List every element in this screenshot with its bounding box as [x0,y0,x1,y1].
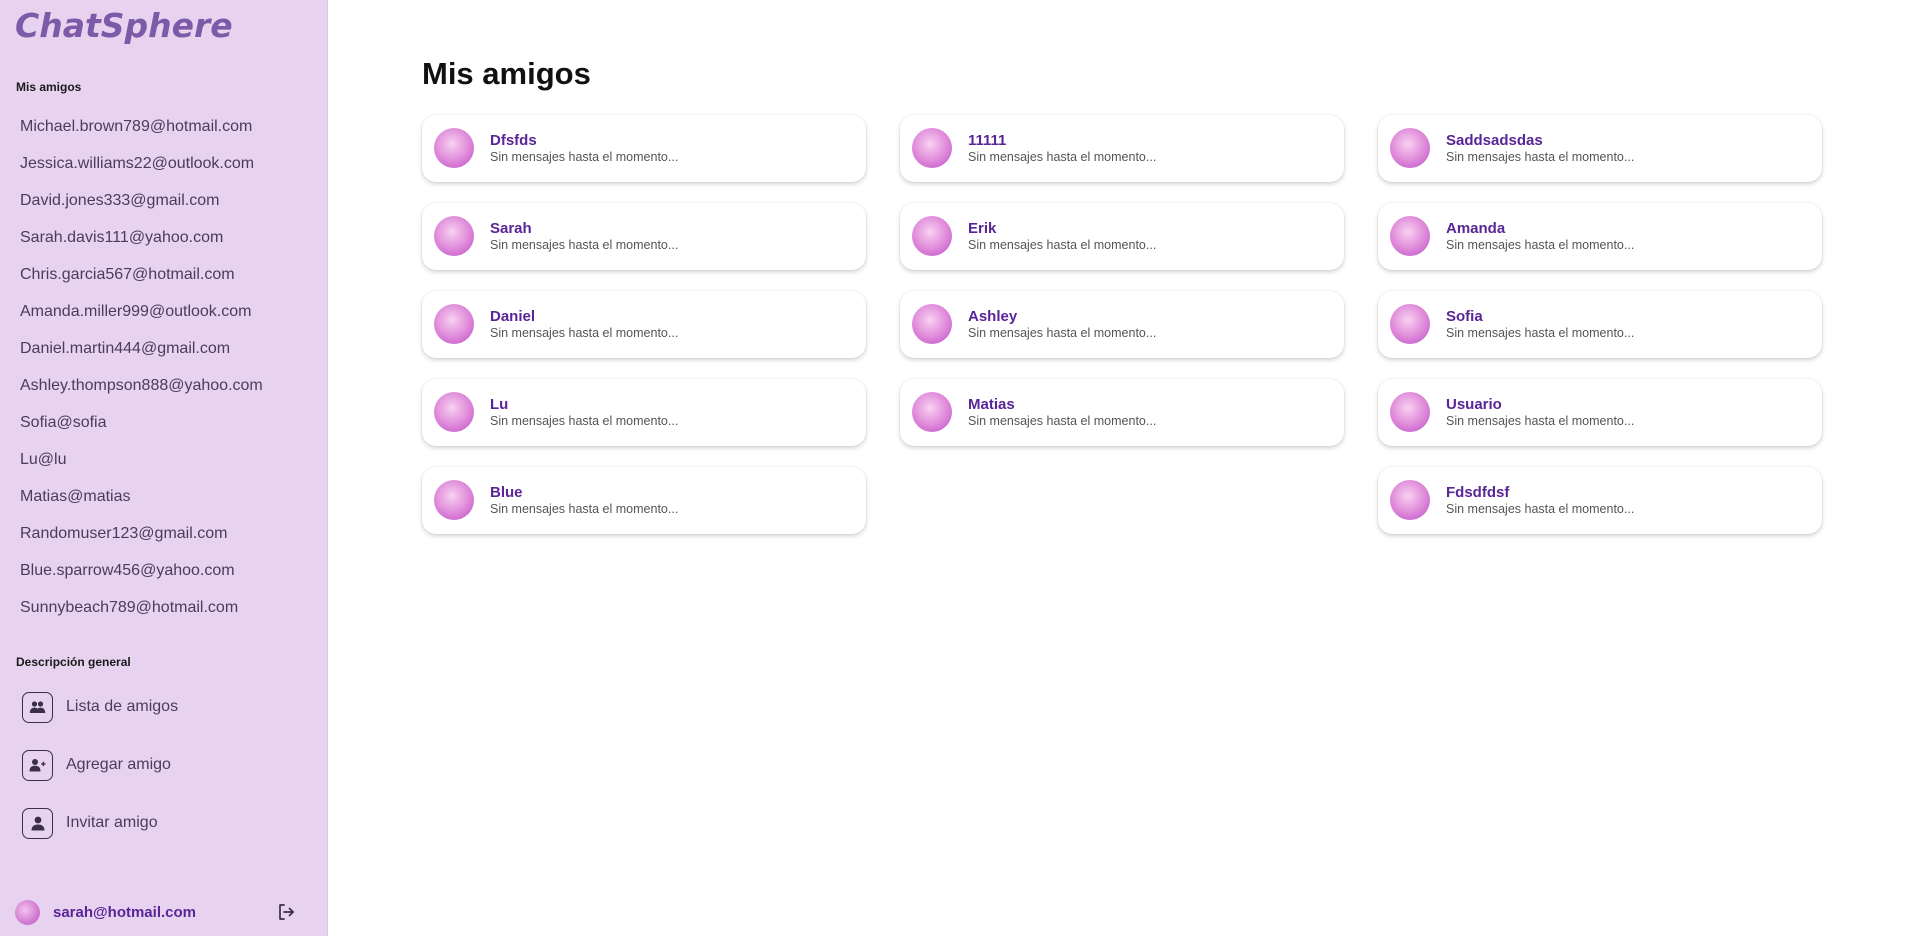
avatar [912,392,952,432]
nav-invite-friend[interactable]: Invitar amigo [0,794,328,852]
current-user-email: sarah@hotmail.com [53,903,196,921]
nav-add-friend[interactable]: Agregar amigo [0,736,328,794]
friend-email-item[interactable]: Sofia@sofia [0,404,328,441]
last-message: Sin mensajes hasta el momento... [968,150,1157,164]
friend-card[interactable]: Amanda Sin mensajes hasta el momento... [1378,203,1822,270]
friend-card[interactable]: Blue Sin mensajes hasta el momento... [422,467,866,534]
friend-email-item[interactable]: Sarah.davis111@yahoo.com [0,219,328,256]
nav-friend-list[interactable]: Lista de amigos [0,678,328,736]
friend-email-item[interactable]: Blue.sparrow456@yahoo.com [0,552,328,589]
friend-email-item[interactable]: Daniel.martin444@gmail.com [0,330,328,367]
overview-section-title: Descripción general [16,655,131,669]
avatar[interactable] [15,899,40,925]
friend-card[interactable]: Usuario Sin mensajes hasta el momento... [1378,379,1822,446]
user-icon [22,807,53,839]
friend-card[interactable]: Daniel Sin mensajes hasta el momento... [422,291,866,358]
friend-name: Dfsfds [490,132,537,149]
last-message: Sin mensajes hasta el momento... [1446,238,1635,252]
friend-email-item[interactable]: Sunnybeach789@hotmail.com [0,589,328,626]
last-message: Sin mensajes hasta el momento... [968,326,1157,340]
avatar [434,392,474,432]
friend-name: Daniel [490,308,536,325]
sidebar: ChatSphere Mis amigos Michael.brown789@h… [0,0,328,936]
app-logo: ChatSphere [15,6,233,45]
last-message: Sin mensajes hasta el momento... [1446,326,1635,340]
logout-icon[interactable] [276,902,296,922]
avatar [1390,304,1430,344]
nav-label: Lista de amigos [66,698,179,715]
users-icon [22,691,53,723]
avatar [1390,392,1430,432]
last-message: Sin mensajes hasta el momento... [1446,150,1635,164]
nav-label: Invitar amigo [66,814,158,831]
avatar [434,304,474,344]
friend-card[interactable]: Ashley Sin mensajes hasta el momento... [900,291,1344,358]
friend-email-item[interactable]: Ashley.thompson888@yahoo.com [0,367,328,404]
friend-email-item[interactable]: Chris.garcia567@hotmail.com [0,256,328,293]
friend-card[interactable]: Dfsfds Sin mensajes hasta el momento... [422,115,866,182]
friend-name: Amanda [1446,220,1506,237]
avatar [434,480,474,520]
friend-email-item[interactable]: Randomuser123@gmail.com [0,515,328,552]
friend-email-item[interactable]: Jessica.williams22@outlook.com [0,145,328,182]
user-plus-icon [22,749,53,781]
avatar [434,128,474,168]
friend-name: Sofia [1446,308,1483,325]
nav-label: Agregar amigo [66,756,171,773]
avatar [912,128,952,168]
last-message: Sin mensajes hasta el momento... [490,502,679,516]
avatar [1390,480,1430,520]
friend-name: Matias [968,396,1015,413]
friend-card[interactable]: Sofia Sin mensajes hasta el momento... [1378,291,1822,358]
friend-name: Ashley [968,308,1018,325]
last-message: Sin mensajes hasta el momento... [490,238,679,252]
friend-card[interactable]: 11111 Sin mensajes hasta el momento... [900,115,1344,182]
avatar [912,304,952,344]
last-message: Sin mensajes hasta el momento... [968,414,1157,428]
overview-nav: Lista de amigos Agregar amigo Invitar am… [0,678,328,852]
last-message: Sin mensajes hasta el momento... [1446,414,1635,428]
friend-card[interactable]: Fdsdfdsf Sin mensajes hasta el momento..… [1378,467,1822,534]
avatar [1390,216,1430,256]
page-title: Mis amigos [422,56,591,91]
friend-name: 11111 [968,132,1007,149]
friend-card[interactable]: Lu Sin mensajes hasta el momento... [422,379,866,446]
friends-section-title: Mis amigos [16,80,82,94]
friend-name: Erik [968,220,997,237]
friend-card[interactable]: Sarah Sin mensajes hasta el momento... [422,203,866,270]
friend-name: Sarah [490,220,532,237]
friend-email-item[interactable]: Lu@lu [0,441,328,478]
friend-name: Lu [490,396,509,413]
friend-email-item[interactable]: Amanda.miller999@outlook.com [0,293,328,330]
avatar [912,216,952,256]
friend-email-item[interactable]: David.jones333@gmail.com [0,182,328,219]
avatar [434,216,474,256]
friend-name: Blue [490,484,523,501]
last-message: Sin mensajes hasta el momento... [490,414,679,428]
last-message: Sin mensajes hasta el momento... [490,326,679,340]
last-message: Sin mensajes hasta el momento... [490,150,679,164]
friend-email-item[interactable]: Matias@matias [0,478,328,515]
friend-name: Usuario [1446,396,1502,413]
friend-card[interactable]: Saddsadsdas Sin mensajes hasta el moment… [1378,115,1822,182]
friend-card[interactable]: Matias Sin mensajes hasta el momento... [900,379,1344,446]
friend-email-item[interactable]: Michael.brown789@hotmail.com [0,108,328,145]
friend-email-list: Michael.brown789@hotmail.com Jessica.wil… [0,108,328,626]
friend-name: Saddsadsdas [1446,132,1543,149]
current-user-bar: sarah@hotmail.com [0,898,328,926]
friend-card[interactable]: Erik Sin mensajes hasta el momento... [900,203,1344,270]
last-message: Sin mensajes hasta el momento... [1446,502,1635,516]
avatar [1390,128,1430,168]
last-message: Sin mensajes hasta el momento... [968,238,1157,252]
friend-name: Fdsdfdsf [1446,484,1510,501]
